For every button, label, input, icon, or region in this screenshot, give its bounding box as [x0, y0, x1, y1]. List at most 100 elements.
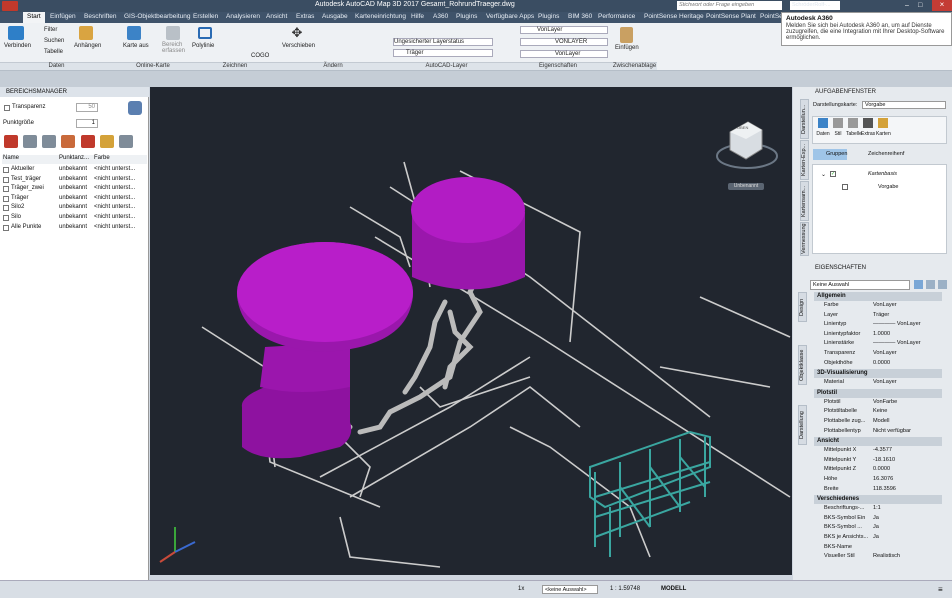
property-row[interactable]: Plottabellentyp Nicht verfügbar [814, 428, 942, 437]
property-row[interactable]: Visueller Stil Realistisch [814, 553, 942, 562]
kartenbasis-checkbox[interactable]: ✓ [830, 171, 836, 177]
property-value[interactable]: 1.0000 [873, 331, 890, 337]
property-value[interactable]: Modell [873, 418, 889, 424]
app-logo[interactable] [2, 1, 18, 11]
color-select[interactable]: VonLayer [520, 26, 608, 34]
close-button[interactable]: × [932, 0, 952, 11]
row-checkbox[interactable] [3, 186, 9, 193]
maximize-button[interactable]: □ [918, 2, 928, 9]
col-color[interactable]: Farbe [94, 155, 110, 161]
property-value[interactable]: Keine [873, 408, 887, 414]
property-value[interactable]: Nicht verfügbar [873, 428, 911, 434]
tab-pointsense-plant[interactable]: PointSense Plant [706, 13, 756, 20]
tab-apps[interactable]: Verfügbare Apps [486, 13, 534, 20]
tab-bim360[interactable]: BIM 360 [568, 13, 592, 20]
cogo-button[interactable]: COGO [251, 53, 269, 59]
layer-state-select[interactable]: Ungesicherter Layerstatus [393, 38, 493, 46]
vtab-kartensammlung[interactable]: Kartensam... [800, 181, 809, 221]
col-name[interactable]: Name [3, 155, 19, 161]
table-row[interactable]: Silo2 unbekannt <nicht unterst... [2, 204, 147, 213]
punktgroesse-input[interactable]: 1 [76, 119, 98, 128]
tool-0[interactable]: Daten [816, 118, 830, 137]
property-value[interactable]: VonLayer [873, 302, 897, 308]
tab-a360[interactable]: A360 [433, 13, 448, 20]
bereich-button[interactable]: Bereich erfassen [162, 42, 192, 54]
vtab-objektklasse[interactable]: Objektklasse [798, 345, 807, 385]
table-row[interactable]: Aktueller unbekannt <nicht unterst... [2, 166, 147, 175]
scale-label[interactable]: 1x [518, 586, 524, 592]
property-row[interactable]: BKS je Ansichts... Ja [814, 534, 942, 543]
attach-icon[interactable] [79, 26, 93, 40]
section-header[interactable]: Ansicht [814, 437, 942, 447]
property-row[interactable]: Objekthöhe 0.0000 [814, 360, 942, 369]
gruppen-button[interactable]: Gruppen [813, 149, 847, 160]
property-row[interactable]: Linientypfaktor 1.0000 [814, 331, 942, 340]
property-value[interactable]: VonLayer [873, 379, 897, 385]
row-checkbox[interactable] [3, 215, 9, 221]
tool-icon-1[interactable] [4, 135, 18, 148]
tab-gis[interactable]: GIS-Objektbearbeitung [124, 13, 190, 20]
polyline-icon[interactable] [198, 27, 212, 39]
property-value[interactable]: Ja [873, 515, 879, 521]
3d-model-view[interactable] [150, 87, 792, 575]
tool-icon-3[interactable] [42, 135, 56, 148]
minimize-button[interactable]: – [905, 2, 915, 9]
tool-icon-5[interactable] [81, 135, 95, 148]
row-checkbox[interactable] [3, 176, 9, 183]
pointcloud-icon[interactable] [128, 101, 142, 115]
tab-performance[interactable]: Performance [598, 13, 635, 20]
row-checkbox[interactable] [3, 167, 9, 173]
vorgabe-item[interactable]: Vorgabe [878, 184, 899, 190]
section-header[interactable]: 3D-Visualisierung [814, 369, 942, 379]
property-value[interactable]: -18.1610 [873, 457, 895, 463]
section-header[interactable]: Plotstil [814, 388, 942, 398]
property-row[interactable]: Layer Träger [814, 312, 942, 321]
einfuegen-button[interactable]: Einfügen [615, 45, 639, 51]
property-row[interactable]: Plotstil VonFarbe [814, 399, 942, 408]
tab-start[interactable]: Start [23, 12, 45, 23]
tab-analysieren[interactable]: Analysieren [226, 13, 260, 20]
property-value[interactable]: Ja [873, 524, 879, 530]
transparenz-input[interactable]: 50 [76, 103, 98, 112]
tree-toggle-icon[interactable]: ⌄ [821, 171, 826, 178]
darstellungskarte-select[interactable]: Vorgabe [862, 101, 946, 109]
property-row[interactable]: Linientyp ———— VonLayer [814, 321, 942, 330]
tab-extras[interactable]: Extras [296, 13, 314, 20]
drawing-viewport[interactable]: OBEN Unbenannt [150, 87, 792, 575]
lineweight-select[interactable]: VonLayer [520, 50, 608, 58]
table-row[interactable]: Träger_zwei unbekannt <nicht unterst... [2, 185, 147, 194]
property-row[interactable]: Farbe VonLayer [814, 302, 942, 311]
tab-ansicht[interactable]: Ansicht [266, 13, 287, 20]
section-header[interactable]: Verschiedenes [814, 495, 942, 505]
property-row[interactable]: Linienstärke ———— VonLayer [814, 340, 942, 349]
karte-aus-button[interactable]: Karte aus [123, 43, 149, 49]
property-row[interactable]: Breite 118.3596 [814, 486, 942, 495]
search-input[interactable]: Stichwort oder Frage eingeben [677, 1, 782, 10]
tool-1[interactable]: Stil [831, 118, 845, 137]
row-checkbox[interactable] [3, 195, 9, 202]
section-header[interactable]: Allgemein [814, 292, 942, 301]
table-row[interactable]: Alle Punkte unbekannt <nicht unterst... [2, 224, 147, 233]
ratio-label[interactable]: 1 : 1.59748 [610, 586, 640, 592]
vtab-darstellung[interactable]: Darstellun... [800, 99, 809, 139]
property-row[interactable]: BKS-Name [814, 544, 942, 553]
selection-select[interactable]: Keine Auswahl [810, 280, 910, 290]
tool-4[interactable]: Karten [876, 118, 891, 137]
vtab-vermessung[interactable]: Vermessung [800, 222, 809, 256]
connect-icon[interactable] [8, 26, 24, 40]
property-row[interactable]: Transparenz VonLayer [814, 350, 942, 359]
filter-button[interactable]: Filter [44, 27, 57, 33]
table-row[interactable]: Silo unbekannt <nicht unterst... [2, 214, 147, 223]
property-value[interactable]: 0.0000 [873, 466, 890, 472]
capture-icon[interactable] [166, 26, 180, 40]
tab-einfuegen[interactable]: Einfügen [50, 13, 76, 20]
property-value[interactable]: -4.3577 [873, 447, 892, 453]
property-value[interactable]: 0.0000 [873, 360, 890, 366]
property-row[interactable]: Höhe 16.3076 [814, 476, 942, 485]
property-value[interactable]: Realistisch [873, 553, 900, 559]
property-row[interactable]: Plottabelle zug... Modell [814, 418, 942, 427]
tool-icon-6[interactable] [100, 135, 114, 148]
tool-2[interactable]: Tabelle [846, 118, 862, 137]
move-icon[interactable]: ✥ [290, 26, 304, 40]
property-row[interactable]: Mittelpunkt X -4.3577 [814, 447, 942, 456]
